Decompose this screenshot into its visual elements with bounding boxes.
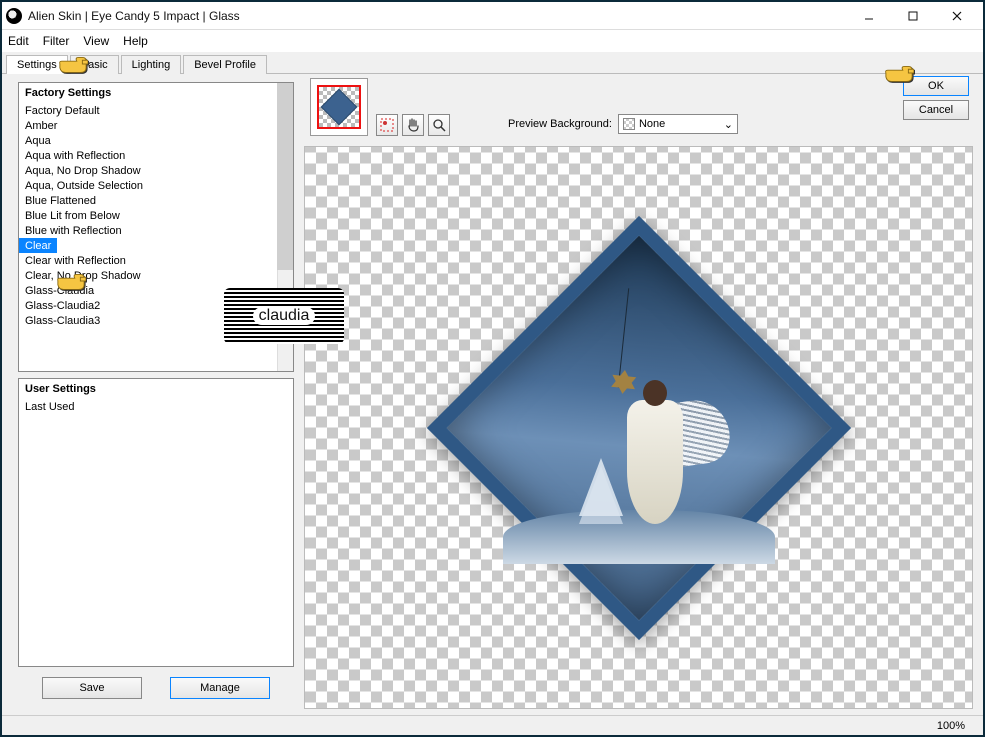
menu-bar: Edit Filter View Help [2,30,983,52]
list-item-selected[interactable]: Clear [19,238,57,253]
list-item[interactable]: Clear, No Drop Shadow [19,268,293,283]
maximize-button[interactable] [891,4,935,28]
thumbnail-selected [317,85,361,129]
minimize-button[interactable] [847,4,891,28]
pan-tool-icon[interactable] [402,114,424,136]
manage-button[interactable]: Manage [170,677,270,699]
settings-buttons: Save Manage [18,673,294,707]
list-item[interactable]: Blue Flattened [19,193,293,208]
preview-bg-value: None [639,118,665,130]
user-settings-header: User Settings [19,379,293,399]
save-button[interactable]: Save [42,677,142,699]
tool-icons [376,114,450,136]
settings-panel: Factory Settings Factory Default Amber A… [2,74,302,715]
preview-bg-label: Preview Background: [508,118,612,130]
ok-button[interactable]: OK [903,76,969,96]
transparency-swatch-icon [623,118,635,130]
list-item[interactable]: Last Used [19,399,293,414]
zoom-tool-icon[interactable] [428,114,450,136]
zoom-level: 100% [937,720,965,732]
list-item[interactable]: Factory Default [19,103,293,118]
marquee-tool-icon[interactable] [376,114,398,136]
factory-settings-header: Factory Settings [19,83,293,103]
cancel-button[interactable]: Cancel [903,100,969,120]
tab-settings[interactable]: Settings [6,55,68,74]
dialog-buttons: OK Cancel [903,76,969,120]
user-settings-list[interactable]: User Settings Last Used [18,378,294,667]
list-item[interactable]: Amber [19,118,293,133]
preview-canvas[interactable] [304,146,973,709]
preview-panel: OK Cancel Preview Background: [302,74,983,715]
list-item[interactable]: Blue with Reflection [19,223,293,238]
menu-filter[interactable]: Filter [43,34,70,48]
title-bar: Alien Skin | Eye Candy 5 Impact | Glass [2,2,983,30]
menu-view[interactable]: View [83,34,109,48]
window-controls [847,4,979,28]
preview-background-control: Preview Background: None ⌄ [508,114,738,134]
preview-bg-select[interactable]: None ⌄ [618,114,738,134]
list-item[interactable]: Aqua, Outside Selection [19,178,293,193]
list-item[interactable]: Aqua [19,133,293,148]
watermark: claudia [224,288,344,344]
scrollbar-thumb[interactable] [277,83,293,270]
tab-basic[interactable]: Basic [70,55,119,74]
status-bar: 100% [2,715,983,735]
close-button[interactable] [935,4,979,28]
app-icon [6,8,22,24]
list-item[interactable]: Aqua with Reflection [19,148,293,163]
tab-bar: Settings Basic Lighting Bevel Profile [2,52,983,74]
list-item[interactable]: Clear with Reflection [19,253,293,268]
thumbnail[interactable] [310,78,368,136]
menu-edit[interactable]: Edit [8,34,29,48]
menu-help[interactable]: Help [123,34,148,48]
list-item[interactable]: Aqua, No Drop Shadow [19,163,293,178]
preview-toolbar: Preview Background: None ⌄ [302,74,983,144]
preview-artwork [426,215,850,639]
list-item[interactable]: Blue Lit from Below [19,208,293,223]
tab-bevel-profile[interactable]: Bevel Profile [183,55,267,74]
window-title: Alien Skin | Eye Candy 5 Impact | Glass [28,9,847,23]
tab-lighting[interactable]: Lighting [121,55,182,74]
chevron-down-icon: ⌄ [724,118,733,131]
